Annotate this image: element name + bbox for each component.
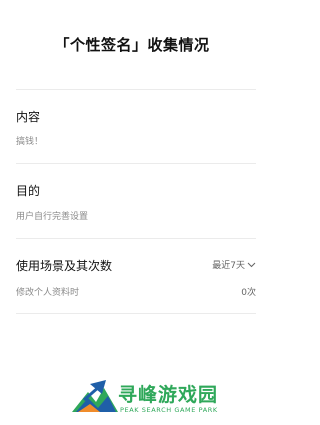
divider [16, 89, 256, 90]
usage-count: 0次 [241, 288, 256, 298]
content-value: 搞钱！ [16, 137, 44, 147]
mountain-arrow-logo [72, 380, 118, 412]
range-label: 最近7天 [212, 261, 245, 271]
content-label: 内容 [16, 110, 41, 124]
chevron-down-icon [247, 262, 256, 267]
usage-scenario: 修改个人资料时 [16, 288, 80, 298]
divider [16, 313, 256, 314]
divider [16, 238, 256, 239]
watermark: 寻峰游戏园 PEAK SEARCH GAME PARK [70, 378, 260, 418]
page: 「个性签名」收集情况 内容 搞钱！ 目的 用户自行完善设置 使用场景及其次数 最… [0, 0, 264, 425]
divider [16, 163, 256, 164]
usage-label: 使用场景及其次数 [16, 259, 113, 273]
purpose-label: 目的 [16, 184, 41, 198]
purpose-value: 用户自行完善设置 [16, 212, 89, 222]
watermark-title: 寻峰游戏园 [118, 384, 219, 406]
range-selector[interactable]: 最近7天 [212, 258, 256, 271]
watermark-subtitle: PEAK SEARCH GAME PARK [120, 406, 218, 414]
page-title: 「个性签名」收集情况 [54, 36, 210, 54]
